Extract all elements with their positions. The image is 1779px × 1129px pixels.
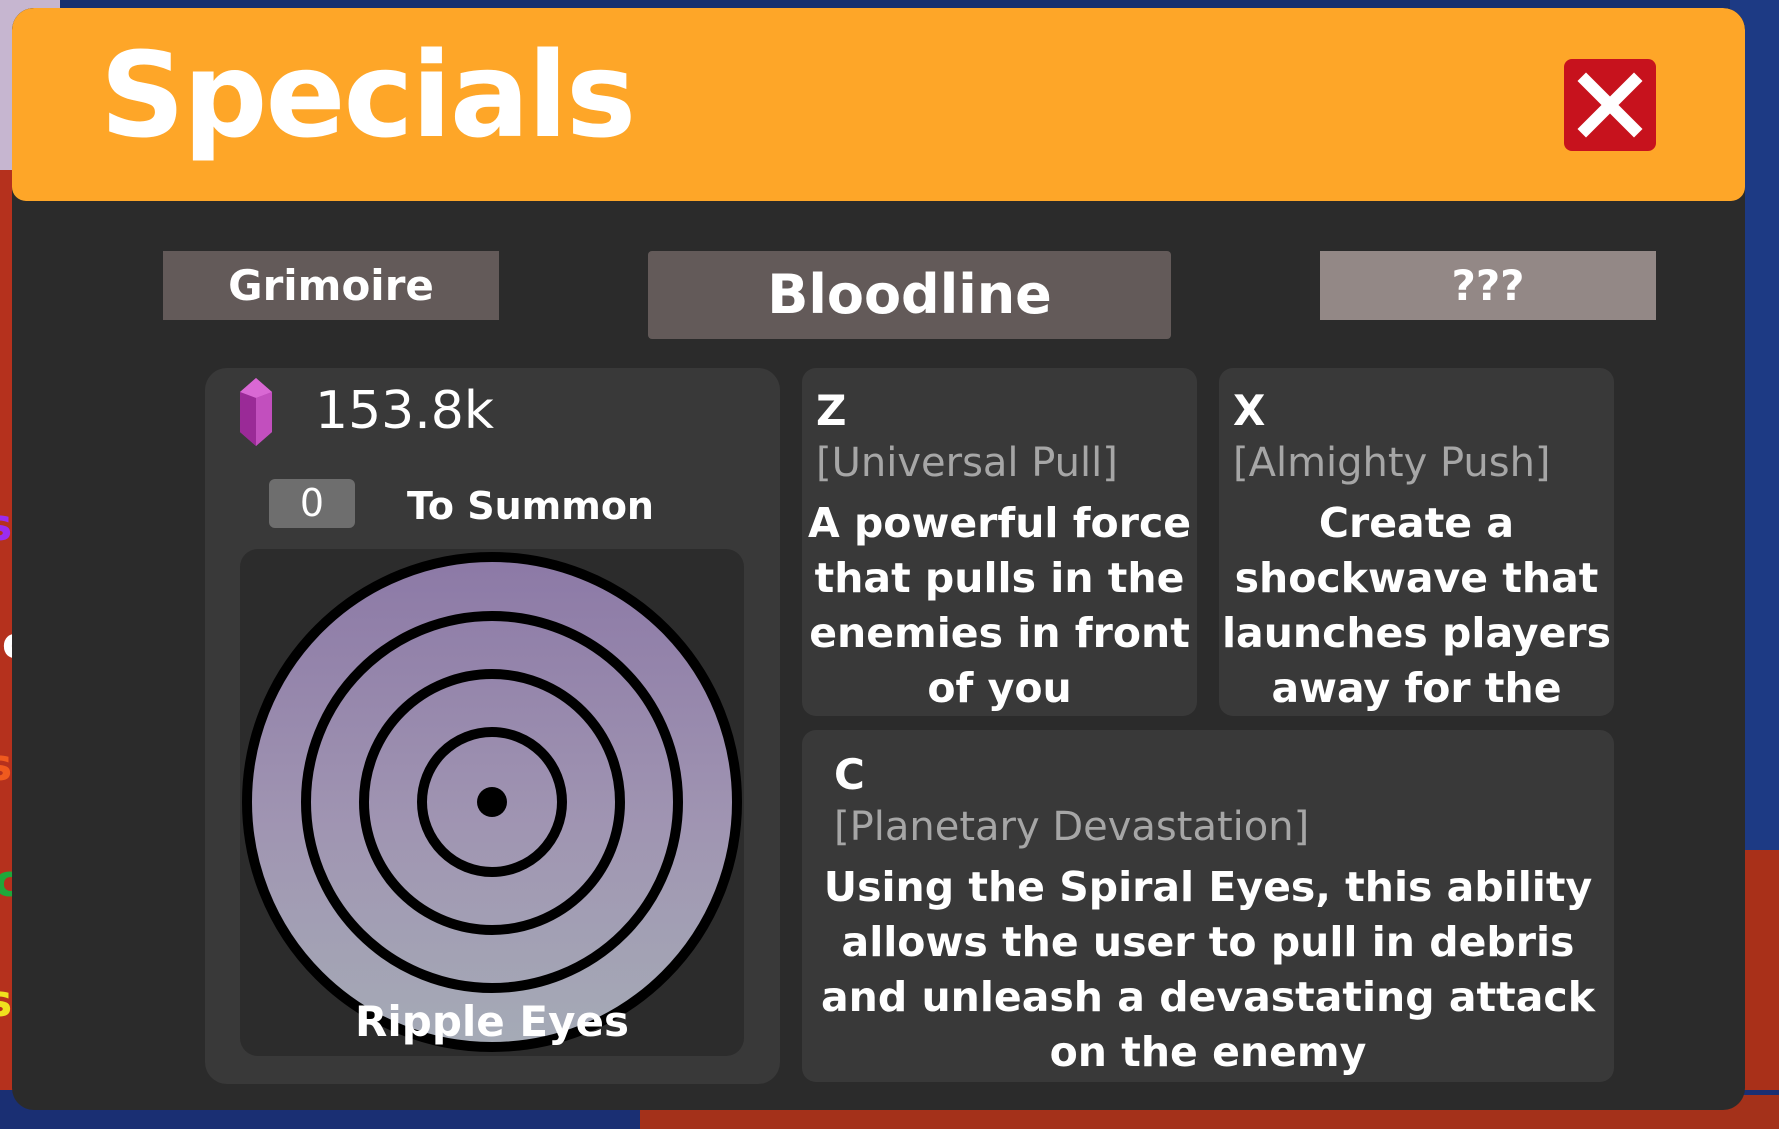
summon-card: 153.8k 0 To Summon Ripple Eyes [205, 368, 780, 1084]
ability-key: Z [816, 386, 847, 435]
ability-name: [Planetary Devastation] [834, 804, 1310, 850]
summon-label[interactable]: To Summon [407, 480, 654, 532]
side-menu-label[interactable]: s [0, 740, 12, 791]
ability-key: X [1233, 386, 1266, 435]
ability-card-c: C [Planetary Devastation] Using the Spir… [802, 730, 1614, 1082]
close-x-icon [1577, 72, 1643, 138]
summon-cost-box[interactable]: 0 [269, 479, 355, 528]
ability-description: A powerful force that pulls in the enemi… [807, 499, 1192, 712]
ability-card-z: Z [Universal Pull] A powerful force that… [802, 368, 1197, 716]
eye-name: Ripple Eyes [355, 997, 629, 1046]
eye-preview[interactable]: Ripple Eyes [240, 549, 744, 1056]
ability-name: [Universal Pull] [816, 440, 1118, 486]
ability-description: Using the Spiral Eyes, this ability allo… [821, 863, 1595, 1076]
side-menu-label[interactable]: s [0, 500, 12, 551]
tab-locked[interactable]: ??? [1320, 251, 1656, 320]
close-button[interactable] [1564, 59, 1656, 151]
ability-card-x: X [Almighty Push] Create a shockwave tha… [1219, 368, 1614, 767]
ripple-eye-icon [242, 552, 742, 1052]
tab-grimoire[interactable]: Grimoire [163, 251, 499, 320]
panel-header: Specials [12, 8, 1745, 201]
side-menu-label[interactable]: s [0, 976, 12, 1027]
ability-key: C [834, 750, 865, 799]
purple-crystal-icon [238, 378, 274, 450]
ability-name: [Almighty Push] [1233, 440, 1551, 486]
gem-count: 153.8k [315, 381, 494, 441]
specials-panel: Specials Grimoire Bloodline ??? 153.8k 0… [12, 8, 1745, 1110]
page-title: Specials [100, 26, 636, 164]
tab-bloodline[interactable]: Bloodline [648, 251, 1171, 339]
